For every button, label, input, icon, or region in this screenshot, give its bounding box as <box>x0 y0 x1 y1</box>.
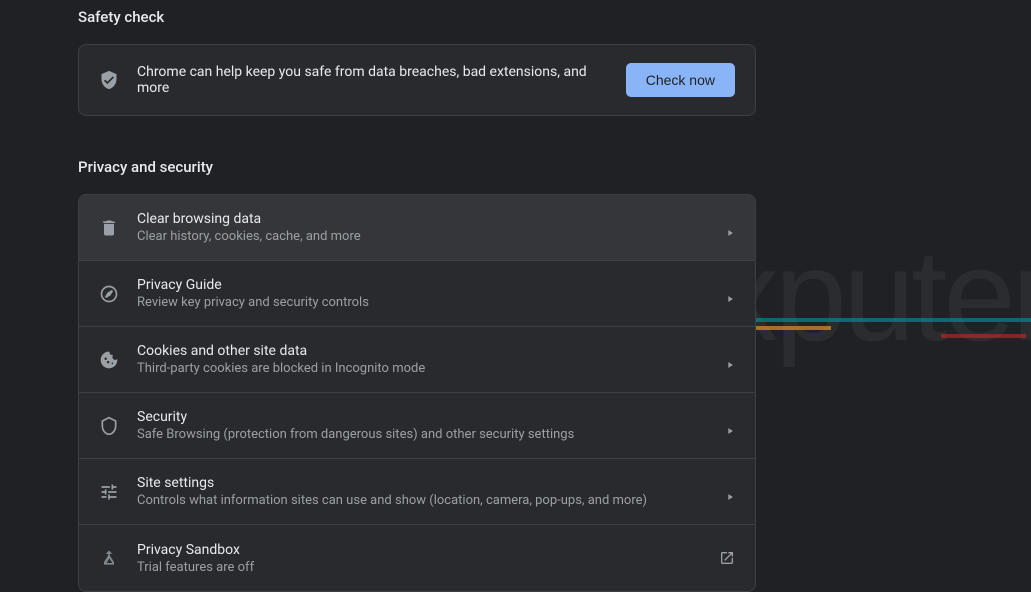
row-subtitle: Clear history, cookies, cache, and more <box>137 229 707 244</box>
chevron-right-icon <box>725 487 735 497</box>
clear-browsing-data-row[interactable]: Clear browsing data Clear history, cooki… <box>79 195 755 261</box>
row-subtitle: Review key privacy and security controls <box>137 295 707 310</box>
safety-check-heading: Safety check <box>78 8 756 26</box>
safety-check-description: Chrome can help keep you safe from data … <box>137 64 608 96</box>
check-now-button[interactable]: Check now <box>626 63 735 97</box>
chevron-right-icon <box>725 355 735 365</box>
shield-check-icon <box>99 70 119 90</box>
privacy-sandbox-row[interactable]: Privacy Sandbox Trial features are off <box>79 525 755 591</box>
row-subtitle: Safe Browsing (protection from dangerous… <box>137 427 707 442</box>
tune-icon <box>99 482 119 502</box>
chevron-right-icon <box>725 289 735 299</box>
privacy-security-heading: Privacy and security <box>78 158 756 176</box>
trash-icon <box>99 218 119 238</box>
row-title: Cookies and other site data <box>137 343 707 359</box>
row-title: Privacy Sandbox <box>137 542 701 558</box>
shield-icon <box>99 416 119 436</box>
privacy-guide-row[interactable]: Privacy Guide Review key privacy and sec… <box>79 261 755 327</box>
chevron-right-icon <box>725 421 735 431</box>
site-settings-row[interactable]: Site settings Controls what information … <box>79 459 755 525</box>
row-subtitle: Trial features are off <box>137 560 701 575</box>
row-title: Security <box>137 409 707 425</box>
external-link-icon <box>719 550 735 566</box>
safety-check-card: Chrome can help keep you safe from data … <box>78 44 756 116</box>
cookie-icon <box>99 350 119 370</box>
privacy-settings-list: Clear browsing data Clear history, cooki… <box>78 194 756 592</box>
row-title: Site settings <box>137 475 707 491</box>
row-title: Clear browsing data <box>137 211 707 227</box>
row-subtitle: Third-party cookies are blocked in Incog… <box>137 361 707 376</box>
security-row[interactable]: Security Safe Browsing (protection from … <box>79 393 755 459</box>
chevron-right-icon <box>725 223 735 233</box>
cookies-row[interactable]: Cookies and other site data Third-party … <box>79 327 755 393</box>
flask-icon <box>99 548 119 568</box>
row-subtitle: Controls what information sites can use … <box>137 493 707 508</box>
compass-icon <box>99 284 119 304</box>
row-title: Privacy Guide <box>137 277 707 293</box>
